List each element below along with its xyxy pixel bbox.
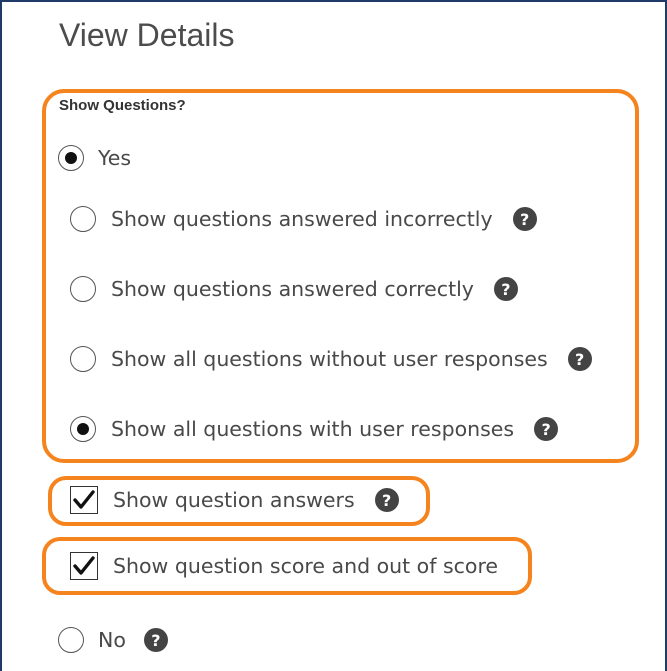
option-answered-incorrectly-label: Show questions answered incorrectly bbox=[111, 207, 493, 231]
radio-without-user-responses[interactable] bbox=[70, 346, 96, 372]
option-no-label: No bbox=[98, 628, 126, 652]
show-question-score-label: Show question score and out of score bbox=[113, 554, 499, 578]
radio-selected-dot bbox=[65, 152, 77, 164]
option-with-user-responses[interactable]: Show all questions with user responses ? bbox=[70, 416, 559, 442]
option-yes[interactable]: Yes bbox=[58, 145, 131, 171]
option-without-user-responses[interactable]: Show all questions without user response… bbox=[70, 346, 592, 372]
radio-selected-dot bbox=[77, 423, 89, 435]
show-questions-label: Show Questions? bbox=[59, 97, 186, 114]
radio-with-user-responses[interactable] bbox=[70, 416, 96, 442]
option-with-user-responses-label: Show all questions with user responses bbox=[111, 417, 515, 441]
option-answered-incorrectly[interactable]: Show questions answered incorrectly ? bbox=[70, 206, 537, 232]
checkmark-icon bbox=[73, 556, 95, 575]
show-question-score-checkbox[interactable] bbox=[70, 552, 98, 580]
radio-answered-correctly[interactable] bbox=[70, 276, 96, 302]
option-answered-correctly-label: Show questions answered correctly bbox=[111, 277, 474, 301]
help-icon[interactable]: ? bbox=[493, 277, 518, 301]
option-without-user-responses-label: Show all questions without user response… bbox=[111, 347, 548, 371]
radio-answered-incorrectly[interactable] bbox=[70, 206, 96, 232]
checkmark-icon bbox=[73, 490, 95, 509]
show-question-answers-label: Show question answers bbox=[113, 488, 355, 512]
show-question-answers-checkbox[interactable] bbox=[70, 486, 98, 514]
radio-yes[interactable] bbox=[58, 145, 84, 171]
show-question-score-option[interactable]: Show question score and out of score bbox=[70, 552, 498, 580]
view-details-panel: View Details Show Questions? Yes Show qu… bbox=[0, 0, 667, 671]
page-title: View Details bbox=[59, 17, 235, 53]
help-icon[interactable]: ? bbox=[374, 488, 399, 512]
help-icon[interactable]: ? bbox=[534, 417, 559, 441]
option-yes-label: Yes bbox=[98, 146, 132, 170]
help-icon[interactable]: ? bbox=[512, 207, 537, 231]
radio-no[interactable] bbox=[58, 627, 84, 653]
show-question-answers-option[interactable]: Show question answers ? bbox=[70, 486, 399, 514]
help-icon[interactable]: ? bbox=[567, 347, 592, 371]
help-icon[interactable]: ? bbox=[143, 628, 168, 652]
option-no[interactable]: No ? bbox=[58, 627, 168, 653]
option-answered-correctly[interactable]: Show questions answered correctly ? bbox=[70, 276, 518, 302]
